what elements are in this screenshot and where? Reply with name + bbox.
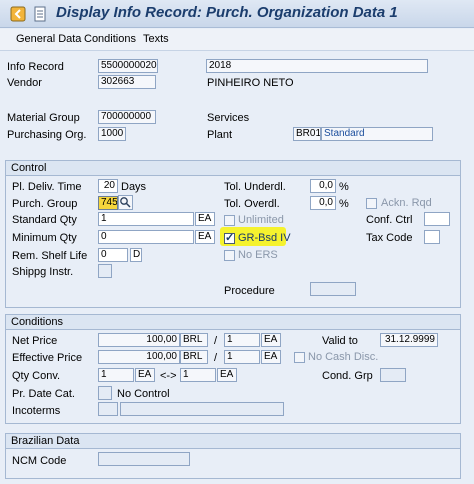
title-bar: Display Info Record: Purch. Organization… — [0, 0, 474, 28]
control-group-header: Control — [6, 161, 460, 176]
shippg-instr-label: Shippg Instr. — [12, 266, 74, 278]
qty-conv-to-field[interactable]: 1 — [180, 368, 216, 382]
rem-shelf-life-field[interactable]: 0 — [98, 248, 128, 262]
qty-conv-arrow: <-> — [160, 370, 177, 382]
purch-group-field[interactable]: 745 — [98, 196, 118, 210]
pl-deliv-time-field[interactable]: 20 — [98, 179, 118, 193]
year-field[interactable]: 2018 — [206, 59, 428, 73]
incoterms-label: Incoterms — [12, 405, 61, 417]
standard-qty-label: Standard Qty — [12, 214, 77, 226]
net-price-per[interactable]: 1 — [224, 333, 260, 347]
pr-date-cat-field[interactable] — [98, 386, 112, 400]
menu-bar: General Data Conditions Texts — [0, 29, 474, 51]
page-title: Display Info Record: Purch. Organization… — [56, 4, 398, 21]
qty-conv-from-field[interactable]: 1 — [98, 368, 134, 382]
percent-sign-2: % — [339, 198, 349, 210]
purch-group-label: Purch. Group — [12, 198, 78, 210]
vendor-name: PINHEIRO NETO — [207, 77, 294, 89]
net-price-label: Net Price — [12, 335, 58, 347]
net-price-currency[interactable]: BRL — [180, 333, 208, 347]
valid-to-field[interactable]: 31.12.9999 — [380, 333, 438, 347]
minimum-qty-field[interactable]: 0 — [98, 230, 194, 244]
conditions-group-title: Conditions — [11, 316, 63, 328]
qty-conv-label: Qty Conv. — [12, 370, 61, 382]
procedure-label: Procedure — [224, 285, 275, 297]
menu-conditions[interactable]: Conditions — [84, 33, 136, 45]
effective-price-label: Effective Price — [12, 352, 83, 364]
no-ers-checkbox[interactable] — [224, 250, 235, 261]
vendor-field[interactable]: 302663 — [98, 75, 156, 89]
no-cash-disc-label: No Cash Disc. — [308, 351, 379, 363]
effective-price-slash: / — [214, 352, 218, 364]
shippg-instr-field[interactable] — [98, 264, 112, 278]
conditions-group-header: Conditions — [6, 315, 460, 330]
minimum-qty-unit[interactable]: EA — [195, 230, 215, 244]
effective-price-field[interactable]: 100,00 — [98, 350, 180, 364]
tol-underdl-label: Tol. Underdl. — [224, 181, 286, 193]
plant-label: Plant — [207, 129, 233, 141]
net-price-unit[interactable]: EA — [261, 333, 281, 347]
material-group-field[interactable]: 700000000 — [98, 110, 156, 124]
info-record-label: Info Record — [7, 61, 64, 73]
tol-overdl-label: Tol. Overdl. — [224, 198, 280, 210]
unlimited-label: Unlimited — [238, 214, 284, 226]
plant-field[interactable]: BR01 — [293, 127, 321, 141]
control-group-title: Control — [11, 162, 47, 174]
cond-grp-label: Cond. Grp — [322, 370, 373, 382]
back-arrow-icon[interactable] — [10, 6, 26, 22]
days-label: Days — [121, 181, 147, 193]
ackn-rqd-checkbox[interactable] — [366, 198, 377, 209]
brazilian-data-header: Brazilian Data — [6, 434, 460, 449]
info-record-field[interactable]: 5500000020 — [98, 59, 158, 73]
ackn-rqd-label: Ackn. Rqd — [381, 197, 432, 209]
qty-conv-to-unit[interactable]: EA — [217, 368, 237, 382]
tol-underdl-field[interactable]: 0,0 — [310, 179, 336, 193]
purch-org-field[interactable]: 1000 — [98, 127, 126, 141]
document-icon[interactable] — [32, 6, 48, 22]
no-ers-label: No ERS — [238, 249, 278, 261]
effective-price-unit[interactable]: EA — [261, 350, 281, 364]
pr-date-cat-text: No Control — [117, 388, 170, 400]
qty-conv-from-unit[interactable]: EA — [135, 368, 155, 382]
material-group-label: Material Group — [7, 112, 80, 124]
pl-deliv-time-label: Pl. Deliv. Time — [12, 181, 82, 193]
rem-shelf-life-unit[interactable]: D — [130, 248, 142, 262]
incoterms-field[interactable] — [98, 402, 118, 416]
unlimited-checkbox[interactable] — [224, 215, 235, 226]
net-price-field[interactable]: 100,00 — [98, 333, 180, 347]
no-cash-disc-checkbox[interactable] — [294, 352, 305, 363]
effective-price-currency[interactable]: BRL — [180, 350, 208, 364]
conf-ctrl-label: Conf. Ctrl — [366, 214, 413, 226]
tax-code-label: Tax Code — [366, 232, 413, 244]
valid-to-label: Valid to — [322, 335, 358, 347]
vendor-label: Vendor — [7, 77, 42, 89]
cond-grp-field[interactable] — [380, 368, 406, 382]
pr-date-cat-label: Pr. Date Cat. — [12, 388, 75, 400]
brazilian-data-group: Brazilian Data — [5, 433, 461, 479]
ncm-code-field[interactable] — [98, 452, 190, 466]
brazilian-data-title: Brazilian Data — [11, 435, 80, 447]
incoterms-location-field[interactable] — [120, 402, 284, 416]
procedure-field[interactable] — [310, 282, 356, 296]
percent-sign-1: % — [339, 181, 349, 193]
minimum-qty-label: Minimum Qty — [12, 232, 77, 244]
search-icon — [120, 197, 131, 208]
menu-texts[interactable]: Texts — [143, 33, 169, 45]
standard-qty-field[interactable]: 1 — [98, 212, 194, 226]
tol-overdl-field[interactable]: 0,0 — [310, 196, 336, 210]
gr-bsd-iv-checkbox[interactable] — [224, 231, 235, 244]
rem-shelf-life-label: Rem. Shelf Life — [12, 250, 88, 262]
plant-name-field: Standard — [321, 127, 433, 141]
effective-price-per[interactable]: 1 — [224, 350, 260, 364]
gr-bsd-iv-label: GR-Bsd IV — [238, 232, 291, 244]
conf-ctrl-field[interactable] — [424, 212, 450, 226]
tax-code-field[interactable] — [424, 230, 440, 244]
net-price-slash: / — [214, 335, 218, 347]
purch-org-label: Purchasing Org. — [7, 129, 87, 141]
standard-qty-unit[interactable]: EA — [195, 212, 215, 226]
search-help-button[interactable] — [118, 195, 133, 210]
ncm-code-label: NCM Code — [12, 455, 67, 467]
menu-general-data[interactable]: General Data — [16, 33, 81, 45]
services-label: Services — [207, 112, 250, 124]
